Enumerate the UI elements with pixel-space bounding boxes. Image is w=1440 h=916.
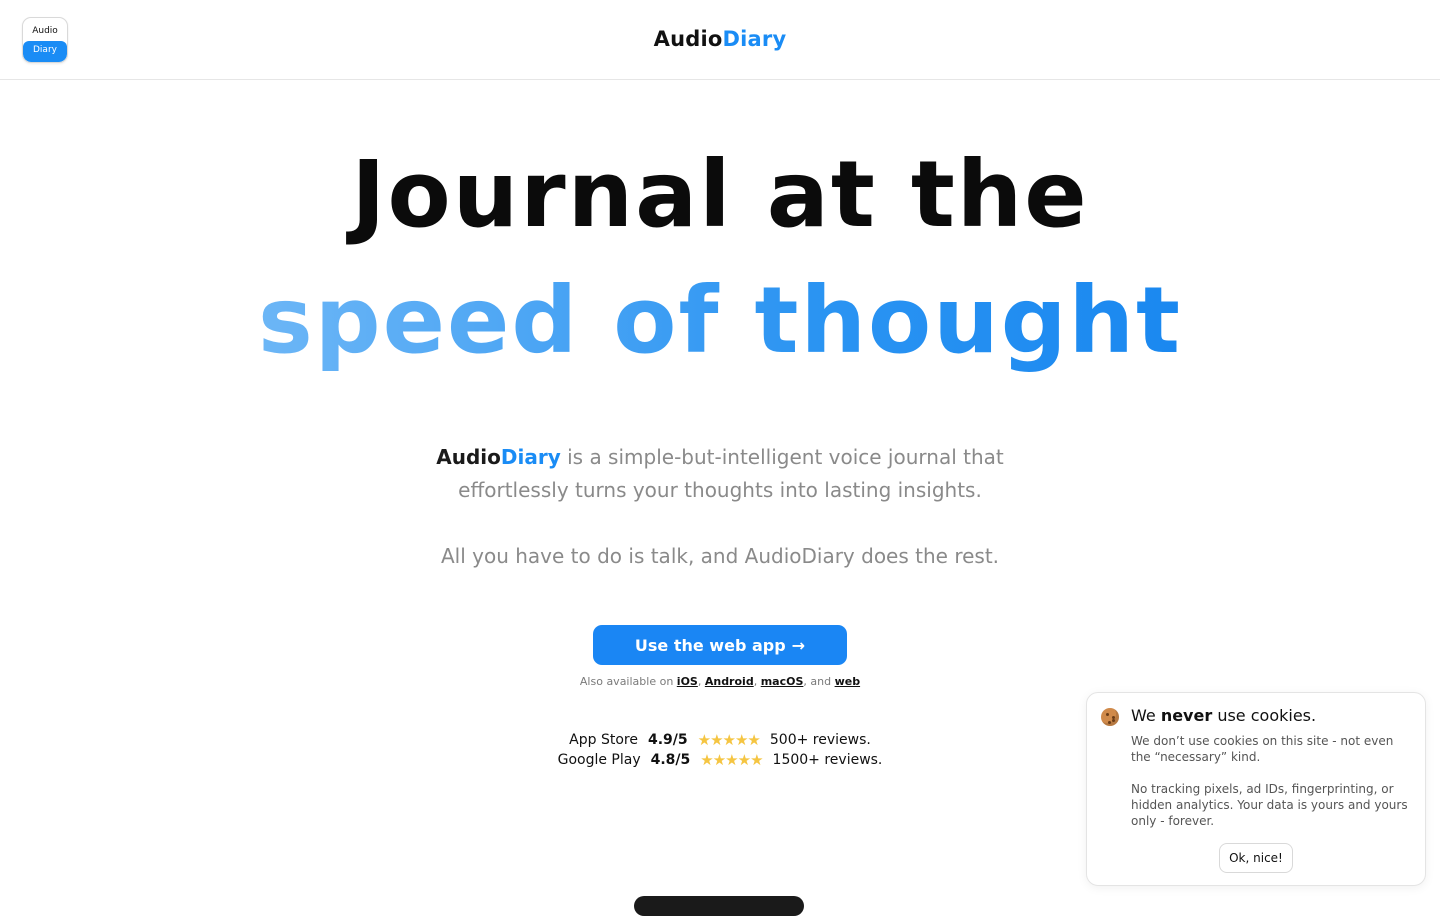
cookie-paragraph-2: No tracking pixels, ad IDs, fingerprinti… xyxy=(1131,782,1408,828)
cta-label: Use the web app xyxy=(634,635,786,655)
site-header: Audio Diary AudioDiary xyxy=(0,0,1440,80)
platform-availability: Also available on iOS, Android, macOS, a… xyxy=(0,675,1440,688)
link-android[interactable]: Android xyxy=(705,675,754,688)
store-ratings: App Store 4.9/5 ★★★★★ 500+ reviews. Goog… xyxy=(520,730,920,770)
star-rating-icon: ★★★★★ xyxy=(697,731,761,749)
avail-sep: , xyxy=(697,675,705,688)
arrow-right-icon: → xyxy=(791,635,806,655)
star-rating-icon: ★★★★★ xyxy=(700,751,763,769)
review-count: 1500+ reviews. xyxy=(772,752,883,768)
desc-brand-audio: Audio xyxy=(436,445,501,469)
store-name: Google Play xyxy=(557,752,641,768)
desc-brand-diary: Diary xyxy=(500,445,561,469)
cookie-title-pre: We xyxy=(1131,706,1161,725)
store-name: App Store xyxy=(569,732,638,748)
link-web[interactable]: web xyxy=(835,675,861,688)
use-web-app-button[interactable]: Use the web app → xyxy=(593,625,847,665)
bottom-device-preview xyxy=(634,896,804,916)
avail-sep: , and xyxy=(803,675,835,688)
avail-sep: , xyxy=(753,675,761,688)
brand-diary: Diary xyxy=(722,27,787,51)
cookie-ok-button[interactable]: Ok, nice! xyxy=(1219,843,1293,873)
rating-row-app-store: App Store 4.9/5 ★★★★★ 500+ reviews. xyxy=(520,730,920,750)
brand-audio: Audio xyxy=(653,27,723,51)
brand-wordmark[interactable]: AudioDiary xyxy=(0,27,1440,51)
cookie-title: We never use cookies. xyxy=(1131,706,1316,725)
rating-row-google-play: Google Play 4.8/5 ★★★★★ 1500+ reviews. xyxy=(520,750,920,770)
hero-headline-line2: speed of thought xyxy=(0,266,1440,376)
rating-score: 4.8/5 xyxy=(650,752,691,768)
cookie-notice: We never use cookies. We don’t use cooki… xyxy=(1086,692,1426,886)
hero-description: AudioDiary is a simple-but-intelligent v… xyxy=(420,441,1020,507)
cookie-title-bold: never xyxy=(1160,706,1213,725)
hero-subdescription: All you have to do is talk, and AudioDia… xyxy=(440,544,1000,568)
link-macos[interactable]: macOS xyxy=(761,675,804,688)
avail-prefix: Also available on xyxy=(579,675,677,688)
hero-gradient-text: speed of thought xyxy=(257,267,1183,374)
cookie-paragraph-1: We don’t use cookies on this site - not … xyxy=(1131,734,1394,764)
review-count: 500+ reviews. xyxy=(769,732,871,748)
cookie-icon xyxy=(1101,708,1119,726)
rating-score: 4.9/5 xyxy=(647,732,688,748)
hero-headline-line1: Journal at the xyxy=(351,141,1089,248)
link-ios[interactable]: iOS xyxy=(677,675,698,688)
cookie-title-post: use cookies. xyxy=(1212,706,1317,725)
